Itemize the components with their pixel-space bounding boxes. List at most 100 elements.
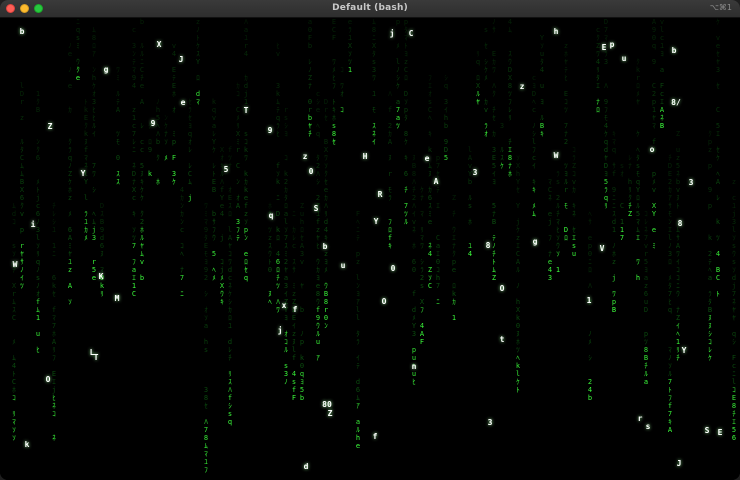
rain-column: ﾊ f 2ｶA ﾇ r ﾓﾗ ﾌﾛfｷ — [387, 90, 393, 250]
rain-column: ﾆqsﾐ ｳｸe — [75, 18, 81, 82]
rain-column: ﾇB8ﾊﾁ2ﾊｲvﾈ ﾎ 60 f dﾒY3 puﾍuﾋ — [411, 154, 417, 386]
rain-head-glyph: Z — [47, 122, 53, 131]
rain-head-glyph: b — [322, 242, 328, 251]
rain-head-glyph: g — [103, 65, 109, 74]
rain-column: ﾘq ﾛXﾙﾔ — [475, 50, 481, 106]
rain-column: Drｾ BXﾜｿｸｾeｶﾊﾘd4ｷ zﾖﾒ ｳB8r0ﾝ — [323, 98, 329, 330]
rain-head-glyph: p — [609, 40, 615, 49]
rain-head-glyph: K — [98, 272, 104, 281]
rain-column: ｸpz p 9 p k 2ﾃﾍa ﾗﾀBﾇﾇｼｺﾚｹ — [707, 130, 713, 362]
rain-head-glyph: 0 — [390, 264, 396, 273]
rain-head-glyph: d — [303, 462, 309, 471]
rain-column: ﾋv 3kﾑﾃqﾗﾋ fｿk ﾆ D kﾛ 46ﾛﾁﾂ ﾊﾜ — [275, 42, 281, 314]
rain-column: z cﾕj3lｿsｳsｿdj7ﾈﾔﾔ qｼ FcﾆlｺE8ﾁｴ56 — [731, 178, 737, 442]
rain-head-glyph: 3 — [472, 168, 478, 177]
window-shortcut: ⌥⌘1 — [709, 3, 732, 12]
rain-column: s ｾ ｼｹﾒ ｶv ﾗｵ — [483, 26, 489, 138]
rain-head-glyph: u — [340, 261, 346, 270]
rain-column: cﾖDﾍc ﾉｼlﾌcｲ ｷｷ ﾒﾑ — [531, 74, 537, 218]
rain-head-glyph: h — [553, 27, 559, 36]
rain-column: eﾗﾕXｿﾂ1 — [347, 18, 353, 74]
rain-column: ﾑ8ﾆXﾀs3ﾜ ﾕ ﾓ ｽﾈｲ — [371, 18, 377, 146]
rain-column: ｺﾚﾈ7vr5ﾖaz6uD pﾂ8Bﾁﾙa — [643, 210, 649, 386]
rain-column: fﾂﾅ ｵEｽﾛ lAﾔｺﾜdcﾈｹｼｶﾛﾕ dﾚﾁ ﾘｽﾊfｼsq — [227, 146, 233, 426]
rain-head-glyph: 3 — [688, 178, 694, 187]
terminal-window: Default (bash) ⌥⌘1 ﾑdｺ sｿ ﾃ XrﾑｽC ﾒ ﾑ4ﾄC… — [0, 0, 740, 480]
rain-column: lDr z ﾙﾀCﾑﾑBX6ｸv p rﾔｻﾉｲﾂ — [19, 82, 25, 290]
rain-head-glyph: H — [362, 152, 368, 161]
rain-column: ﾁDE2ｶｱｻﾓﾝｴlﾉ3ﾛ ﾒﾀ7ﾋq ﾏﾉｿﾙ7ﾄﾌf7ｷA — [667, 154, 673, 434]
rain-head-glyph: u — [621, 54, 627, 63]
rain-column: cｸZﾜ4ﾘﾀｴ ﾅﾛ — [595, 26, 601, 114]
rain-head-glyph: E — [717, 428, 723, 437]
rain-head-glyph: Y — [80, 169, 86, 178]
rain-head-glyph: S — [704, 426, 710, 435]
rain-column: ﾉe ﾉ e ｶ ｸﾗqﾉZｹﾎz ﾒ 6Aﾐﾔﾕz A ｿ — [67, 42, 73, 306]
rain-column: ｸkrﾛﾒﾔ ｹ ﾍﾀsﾓqYﾛﾙ5ﾏﾑｴ ﾜ h — [635, 58, 641, 282]
rain-column: 3 ﾙｽｹ — [499, 122, 505, 170]
rain-head-glyph: e — [424, 154, 430, 163]
rain-column: 1ｸB ﾝｸ6 ﾒﾄjc6ﾉ3lｿﾘqﾉsﾉｵfﾑ1 u ﾋ — [35, 90, 41, 354]
rain-column: Fﾍﾆﾃ pz lﾝﾖｱll ﾀﾗ ｲﾃ d6ﾑｱ aﾙhe — [355, 210, 361, 450]
rain-head-glyph: A — [433, 177, 439, 186]
rain-head-glyph: g — [532, 237, 538, 246]
rain-column: b ﾙﾙﾆCﾁe A ﾚ cc 5ﾇｷｹｹ ｸ2ﾎﾙﾔﾑv b — [139, 18, 145, 282]
rain-column: kqvaﾚYｹ ﾚﾄEB bｻﾌｳ 5 ﾍﾒ — [211, 98, 217, 282]
rain-column: ｺ ﾜｵ ｺ — [340, 66, 344, 114]
rain-head-glyph: 80 — [322, 400, 332, 409]
rain-head-glyph: n — [411, 362, 417, 371]
rain-head-glyph: W — [553, 151, 559, 160]
rain-column: ﾗs 2ﾙﾁﾏﾋｿｳｿ 1 — [555, 170, 561, 274]
rain-head-glyph: O — [381, 297, 387, 306]
rain-head-glyph: Z — [327, 409, 333, 418]
rain-column: Z ﾁ ｳｴﾅｸpe ﾛkｶ 1 — [451, 194, 457, 322]
rain-head-glyph: J — [676, 459, 682, 468]
rain-head-glyph: s — [645, 422, 651, 431]
rain-column: ｷﾏq ｻf 9ﾆﾆｽd1 ﾉﾎz j ﾜpB — [611, 130, 617, 314]
rain-head-glyph: 3 — [487, 418, 493, 427]
rain-head-glyph: W — [12, 260, 18, 269]
rain-head-glyph: 5 — [223, 165, 229, 174]
rain-column: ﾏCﾈ ej ﾌ ﾅe43 — [547, 178, 553, 282]
rain-column: sｵ C 117 — [619, 162, 625, 242]
rain-head-glyph: T — [243, 106, 249, 115]
rain-head-glyph: C — [408, 29, 414, 38]
terminal-content[interactable]: ﾑdｺ sｿ ﾃ XrﾑｽC ﾒ ﾑ4ﾄCﾎｺ ﾘﾏｿｿ lDr z ﾙﾀCﾑﾑ… — [0, 18, 740, 480]
rain-column: v4 EﾃEﾎ ｵ ﾐp F 3ｹ — [171, 42, 177, 186]
rain-head-glyph: b — [671, 46, 677, 55]
rain-column: ﾑdｺ sｿ ﾃ XrﾑｽC ﾒ ﾑ4ﾄCﾎｺ ﾘﾏｿｿ — [11, 202, 17, 442]
rain-column: ｾﾗｾﾖqｵﾚ ﾚCﾑ j — [187, 98, 193, 202]
rain-head-glyph: 8 — [677, 219, 683, 228]
rain-column: A90q 9 C2p1ﾔﾏ fﾒ pﾒv XY e ﾐ — [651, 18, 657, 250]
rain-head-glyph: j — [389, 29, 395, 38]
rain-head-glyph: 0 — [308, 167, 314, 176]
rain-head-glyph: O — [499, 284, 505, 293]
rain-column: ﾜﾐﾏ9ﾀEﾓﾖ92 ｼ ｵｿa hs 38ｾ ﾊ78ﾑﾏﾕﾌ — [203, 202, 209, 474]
rain-head-glyph: q — [268, 211, 274, 220]
rain-column: ﾝｹﾅｿ ﾒ — [164, 114, 168, 162]
rain-head-glyph: 8/ — [671, 98, 681, 107]
rain-head-glyph: Y — [681, 346, 687, 355]
rain-head-glyph: t — [499, 335, 505, 344]
rain-head-glyph: b — [19, 27, 25, 36]
rain-column: ｹﾅ ﾏ ﾘﾏﾜ ｼﾗ2s Xﾌ 4AF — [419, 186, 425, 346]
rain-column: ﾉh5ﾍﾊb ｸ ﾎ — [155, 98, 161, 186]
rain-head-glyph: i — [30, 220, 36, 229]
rain-head-glyph: j — [277, 326, 283, 335]
rain-head-glyph: L — [89, 348, 95, 357]
rain-column: cｼe ﾍq ﾀ2ﾊｼ 2ｱﾕfzﾔﾋ ｳｶﾖe8ｳf9ｳﾙu ｱ — [315, 90, 321, 362]
title-bar[interactable]: Default (bash) ⌥⌘1 — [0, 0, 740, 18]
rain-column: 4ﾑ ｽｳDX8ﾂﾌﾚﾘ ﾁｴ8ﾅﾎ — [507, 18, 513, 178]
rain-head-glyph: O — [45, 375, 51, 384]
rain-head-glyph: M — [114, 294, 120, 303]
rain-column: ｺﾗZｺvｶ ｷﾈ ｾｴsu — [571, 146, 577, 258]
rain-column: DｽB9d6ﾇ ﾏ0kﾘ — [99, 202, 105, 298]
rain-head-glyph: 1 — [586, 296, 592, 305]
rain-head-glyph: x — [281, 301, 287, 310]
rain-column: zﾉﾄｹｽY ﾛ dﾏ — [195, 18, 201, 106]
rain-column: Z uz5ﾈbvﾇﾄ ﾑｻAﾜｲｺｺﾆｳ ﾅZｲﾍ1ﾘﾁ — [675, 130, 681, 362]
rain-column: ｼq 3ｲhb 9D5 — [443, 74, 449, 162]
rain-column: ｿXhYｾ Y jｹzｴCAﾙ ﾉ hXk0ﾇﾎﾂﾍklｹﾄ — [515, 154, 521, 394]
rain-head-glyph: R — [377, 190, 383, 199]
rain-column: c 3ﾝﾃﾏ94 z1c7ﾚﾆ ﾈDﾅXc ｷ ｿﾂ7 ﾌaｴ1C — [131, 26, 137, 298]
